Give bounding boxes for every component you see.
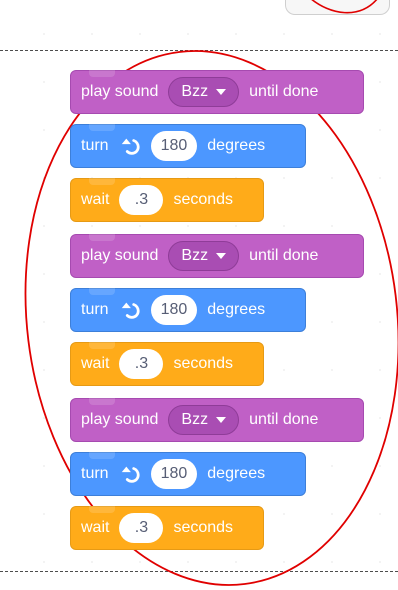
wait-seconds-block-2[interactable]: wait .3 seconds — [70, 342, 264, 386]
turn-degrees-block-2[interactable]: turn 180 degrees — [70, 288, 306, 332]
sound-dropdown-value: Bzz — [181, 83, 209, 100]
play-sound-label: play sound — [81, 411, 159, 428]
dashed-divider-top — [0, 50, 398, 51]
wait-label: wait — [81, 355, 110, 372]
turn-degrees-block-1[interactable]: turn 180 degrees — [70, 124, 306, 168]
turn-label: turn — [81, 465, 109, 482]
turn-label: turn — [81, 137, 109, 154]
play-sound-until-done-block-3[interactable]: play sound Bzz until done — [70, 398, 364, 442]
wait-label: wait — [81, 519, 110, 536]
sound-dropdown-value: Bzz — [181, 247, 209, 264]
turn-label: turn — [81, 301, 109, 318]
dashed-divider-bottom — [0, 571, 398, 572]
wait-seconds-input-2[interactable]: .3 — [119, 349, 164, 379]
seconds-label: seconds — [173, 191, 234, 208]
sound-dropdown-2[interactable]: Bzz — [168, 241, 240, 271]
turn-left-arrow-icon — [121, 138, 140, 155]
play-sound-label: play sound — [81, 83, 159, 100]
turn-degrees-value: 180 — [160, 465, 188, 482]
turn-left-arrow-icon — [121, 302, 140, 319]
top-partial-panel — [285, 0, 390, 15]
play-sound-until-done-block-1[interactable]: play sound Bzz until done — [70, 70, 364, 114]
play-sound-label: play sound — [81, 247, 159, 264]
sound-dropdown-value: Bzz — [181, 411, 209, 428]
wait-seconds-value: .3 — [134, 191, 149, 208]
degrees-label: degrees — [207, 465, 266, 482]
turn-degrees-input-1[interactable]: 180 — [150, 131, 198, 161]
caret-down-icon — [216, 253, 227, 259]
turn-degrees-value: 180 — [160, 137, 188, 154]
until-done-label: until done — [249, 247, 319, 264]
wait-seconds-block-3[interactable]: wait .3 seconds — [70, 506, 264, 550]
turn-degrees-input-2[interactable]: 180 — [150, 295, 198, 325]
turn-degrees-input-3[interactable]: 180 — [150, 459, 198, 489]
degrees-label: degrees — [207, 137, 266, 154]
turn-degrees-value: 180 — [160, 301, 188, 318]
play-sound-until-done-block-2[interactable]: play sound Bzz until done — [70, 234, 364, 278]
sound-dropdown-3[interactable]: Bzz — [168, 405, 240, 435]
caret-down-icon — [216, 417, 227, 423]
wait-seconds-input-3[interactable]: .3 — [119, 513, 164, 543]
caret-down-icon — [216, 89, 227, 95]
until-done-label: until done — [249, 83, 319, 100]
wait-label: wait — [81, 191, 110, 208]
degrees-label: degrees — [207, 301, 266, 318]
wait-seconds-input-1[interactable]: .3 — [119, 185, 164, 215]
turn-degrees-block-3[interactable]: turn 180 degrees — [70, 452, 306, 496]
wait-seconds-value: .3 — [134, 355, 149, 372]
wait-seconds-block-1[interactable]: wait .3 seconds — [70, 178, 264, 222]
until-done-label: until done — [249, 411, 319, 428]
turn-left-arrow-icon — [121, 466, 140, 483]
seconds-label: seconds — [173, 519, 234, 536]
seconds-label: seconds — [173, 355, 234, 372]
wait-seconds-value: .3 — [134, 519, 149, 536]
sound-dropdown-1[interactable]: Bzz — [168, 77, 240, 107]
